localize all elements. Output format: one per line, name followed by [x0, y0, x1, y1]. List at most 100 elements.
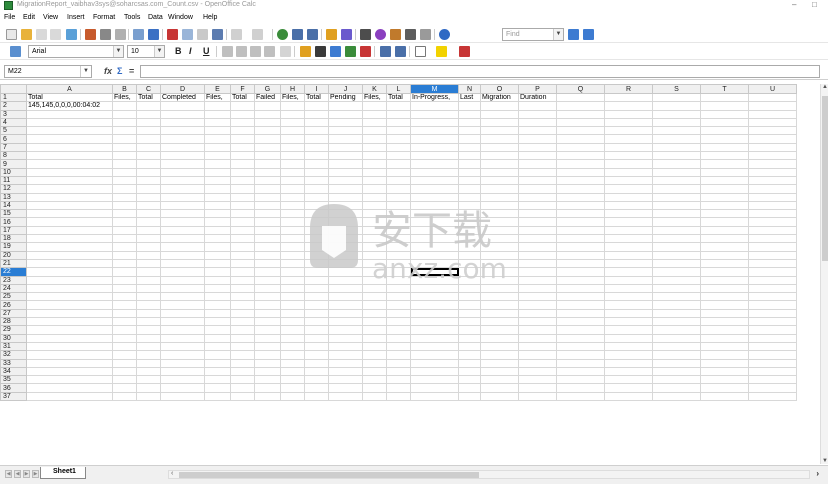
column-header-d[interactable]: D [160, 84, 205, 94]
row-header[interactable]: 3 [0, 109, 27, 119]
cell[interactable] [700, 325, 749, 335]
cell[interactable] [112, 151, 137, 161]
cell[interactable] [518, 250, 557, 260]
cell[interactable] [254, 209, 281, 219]
cell[interactable] [386, 142, 411, 153]
cell[interactable] [328, 167, 363, 177]
cell[interactable] [362, 325, 387, 335]
cell[interactable] [230, 375, 255, 385]
cell[interactable] [254, 316, 281, 327]
cell[interactable] [556, 383, 605, 393]
cell[interactable] [280, 258, 305, 269]
cell[interactable] [410, 101, 459, 111]
cell[interactable] [458, 350, 481, 360]
cell[interactable] [304, 350, 329, 360]
cell[interactable] [652, 142, 701, 153]
row-header[interactable]: 2 [0, 101, 27, 111]
row-header[interactable]: 23 [0, 275, 27, 285]
cell[interactable] [458, 366, 481, 377]
cell[interactable] [410, 159, 459, 169]
cell[interactable] [112, 159, 137, 169]
cell[interactable]: Duration [518, 92, 557, 103]
cell[interactable] [410, 267, 459, 277]
cell[interactable] [556, 92, 605, 103]
cell[interactable] [604, 117, 653, 128]
cell[interactable] [136, 117, 161, 128]
cell[interactable] [700, 92, 749, 103]
cell[interactable] [280, 308, 305, 319]
cell[interactable] [230, 292, 255, 302]
cell[interactable] [328, 258, 363, 269]
cell[interactable] [556, 350, 605, 360]
cell[interactable] [458, 217, 481, 227]
cell[interactable] [410, 109, 459, 119]
cell[interactable] [652, 383, 701, 393]
cell[interactable] [362, 184, 387, 194]
cell[interactable] [386, 109, 411, 119]
cell[interactable] [518, 151, 557, 161]
cell[interactable] [160, 275, 205, 285]
cell[interactable] [458, 109, 481, 119]
cell[interactable] [748, 175, 797, 186]
cell[interactable] [362, 134, 387, 144]
cell[interactable] [518, 350, 557, 360]
cell[interactable] [410, 184, 459, 194]
cell[interactable] [280, 283, 305, 294]
cell[interactable] [112, 366, 137, 377]
cell[interactable] [700, 267, 749, 277]
cell[interactable] [160, 350, 205, 360]
cell[interactable] [112, 142, 137, 153]
cell[interactable] [386, 234, 411, 244]
cell[interactable]: Total [26, 92, 113, 103]
cell[interactable] [518, 383, 557, 393]
cell[interactable] [410, 283, 459, 294]
cell[interactable] [328, 242, 363, 252]
cell[interactable] [230, 275, 255, 285]
cell[interactable] [304, 134, 329, 144]
gallery-icon[interactable] [390, 29, 401, 40]
cell[interactable] [518, 366, 557, 377]
cell[interactable] [112, 267, 137, 277]
chart-icon[interactable] [326, 29, 337, 40]
row-header[interactable]: 21 [0, 258, 27, 269]
cell[interactable] [748, 109, 797, 119]
navigator-icon[interactable] [375, 29, 386, 40]
cell[interactable] [480, 109, 519, 119]
scroll-right-icon[interactable]: › [816, 469, 819, 478]
cell[interactable] [112, 109, 137, 119]
cell[interactable] [604, 225, 653, 236]
cell[interactable] [26, 151, 113, 161]
cell[interactable] [160, 101, 205, 111]
cell[interactable] [700, 391, 749, 402]
cell[interactable] [652, 134, 701, 144]
cell[interactable] [652, 267, 701, 277]
cell[interactable] [518, 391, 557, 402]
cell[interactable] [458, 316, 481, 327]
cell[interactable] [204, 391, 231, 402]
cell[interactable] [26, 325, 113, 335]
cell[interactable] [556, 167, 605, 177]
cell[interactable] [136, 142, 161, 153]
cell[interactable] [458, 250, 481, 260]
cell[interactable] [362, 225, 387, 236]
cell[interactable] [604, 358, 653, 368]
cell[interactable] [480, 101, 519, 111]
cell[interactable] [458, 209, 481, 219]
cell[interactable] [458, 308, 481, 319]
first-sheet-icon[interactable]: ◀ [5, 470, 12, 478]
cell[interactable] [328, 234, 363, 244]
cell[interactable] [652, 209, 701, 219]
cell[interactable] [254, 126, 281, 136]
cell[interactable] [328, 325, 363, 335]
cell[interactable] [386, 184, 411, 194]
cell[interactable] [748, 151, 797, 161]
cell[interactable] [700, 184, 749, 194]
cell[interactable] [136, 316, 161, 327]
cell[interactable] [362, 316, 387, 327]
cell[interactable] [26, 391, 113, 402]
cell[interactable] [604, 159, 653, 169]
cell[interactable] [280, 234, 305, 244]
cell[interactable] [386, 350, 411, 360]
cell[interactable] [556, 258, 605, 269]
cell[interactable] [386, 225, 411, 236]
